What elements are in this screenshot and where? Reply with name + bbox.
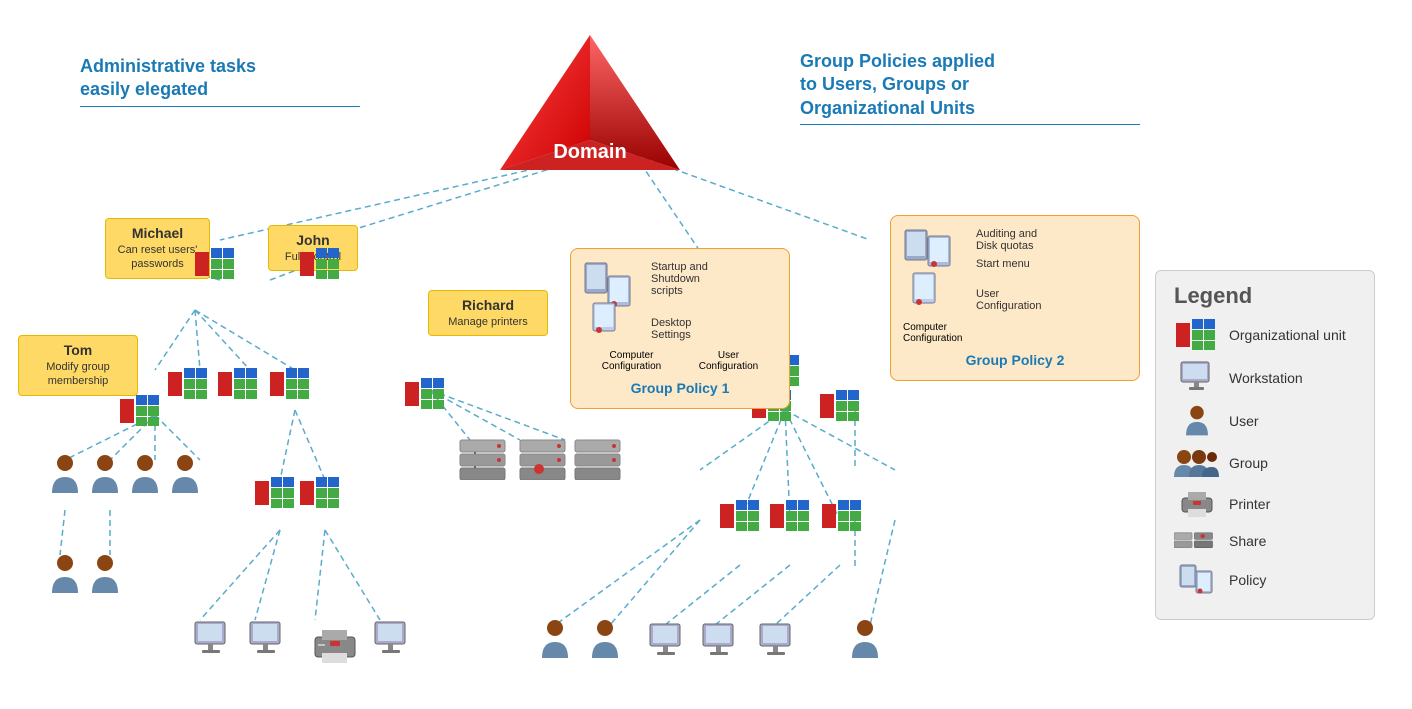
domain-label: Domain <box>553 141 626 163</box>
ou-icon-lower2 <box>300 477 342 514</box>
workstation-icon-r3 <box>755 622 800 667</box>
user-icon-2 <box>90 455 120 500</box>
legend-ou-label: Organizational unit <box>1229 327 1346 343</box>
legend-user-icon <box>1174 405 1219 437</box>
user-icon-1 <box>50 455 80 500</box>
user-icon-6 <box>90 555 120 600</box>
ou-icon-right3 <box>820 390 862 427</box>
ou-icon-mid3 <box>270 368 312 405</box>
workstation-icon-1 <box>190 620 235 665</box>
legend-workstation-label: Workstation <box>1229 370 1303 386</box>
legend-policy-label: Policy <box>1229 572 1266 588</box>
ou-icon-right-lower3 <box>822 500 864 537</box>
user-icon-4 <box>170 455 200 500</box>
legend-row-user: User <box>1174 405 1356 437</box>
gp2-user-label: UserConfiguration <box>976 288 1041 312</box>
legend-policy-icon <box>1174 563 1219 597</box>
ou-icon-right-lower1 <box>720 500 762 537</box>
workstation-icon-r1 <box>645 622 690 667</box>
ou-icon-richard <box>405 378 447 415</box>
ou-icon-tom <box>120 395 162 432</box>
user-icon-3 <box>130 455 160 500</box>
user-icon-r1 <box>540 620 570 665</box>
legend-printer-label: Printer <box>1229 496 1270 512</box>
legend-row-policy: Policy <box>1174 563 1356 597</box>
legend-row-ou: Organizational unit <box>1174 319 1356 351</box>
legend-printer-icon <box>1174 489 1219 519</box>
gp1-startup-label: Startup andShutdownscripts <box>651 261 708 297</box>
ou-icon-mid2 <box>218 368 260 405</box>
legend-row-printer: Printer <box>1174 489 1356 519</box>
legend-ou-icon <box>1174 319 1219 351</box>
legend-title: Legend <box>1174 283 1356 309</box>
gp1-desktop-label: DesktopSettings <box>651 317 708 341</box>
admin-tasks-title: Administrative tasks easily elegated <box>80 55 360 115</box>
share-icon-red-dot <box>533 462 545 480</box>
gp2-computer-label: ComputerConfiguration <box>903 322 1127 344</box>
main-canvas: Domain Administrative tasks easily elega… <box>0 0 1412 709</box>
legend-workstation-icon <box>1174 361 1219 395</box>
ou-icon-admin-top2 <box>300 248 342 285</box>
legend-box: Legend Organizational unit <box>1155 270 1375 620</box>
gp2-title: Group Policy 2 <box>903 352 1127 368</box>
workstation-icon-2 <box>245 620 290 665</box>
group-policy-2-box: Auditing andDisk quotas Start menu UserC… <box>890 215 1140 381</box>
gp1-computer-label: ComputerConfiguration <box>602 350 661 372</box>
share-icon-3 <box>570 435 625 485</box>
ou-icon-lower1 <box>255 477 297 514</box>
richard-box: Richard Manage printers <box>428 290 548 336</box>
ou-icon-admin-top <box>195 248 237 285</box>
user-icon-r2 <box>590 620 620 665</box>
share-icon-1 <box>455 435 510 485</box>
tom-box: Tom Modify group membership <box>18 335 138 396</box>
gp1-user-label: UserConfiguration <box>699 350 758 372</box>
user-icon-r3 <box>850 620 880 665</box>
domain-triangle: Domain <box>490 30 690 180</box>
user-icon-5 <box>50 555 80 600</box>
workstation-icon-r2 <box>698 622 743 667</box>
workstation-icon-3 <box>370 620 415 665</box>
legend-row-workstation: Workstation <box>1174 361 1356 395</box>
ou-icon-mid1 <box>168 368 210 405</box>
gp2-auditing-label: Auditing andDisk quotas <box>976 228 1041 252</box>
group-policies-title: Group Policies applied to Users, Groups … <box>800 50 1140 133</box>
legend-row-share: Share <box>1174 529 1356 553</box>
ou-icon-right-lower2 <box>770 500 812 537</box>
legend-share-label: Share <box>1229 533 1266 549</box>
legend-share-icon <box>1174 529 1219 553</box>
printer-icon-bottom <box>310 625 360 670</box>
group-policy-1-box: Startup andShutdownscripts DesktopSettin… <box>570 248 790 409</box>
gp1-title: Group Policy 1 <box>583 380 777 396</box>
legend-group-icon <box>1174 447 1219 479</box>
legend-user-label: User <box>1229 413 1259 429</box>
legend-group-label: Group <box>1229 455 1268 471</box>
gp2-startmenu-label: Start menu <box>976 258 1041 270</box>
legend-row-group: Group <box>1174 447 1356 479</box>
